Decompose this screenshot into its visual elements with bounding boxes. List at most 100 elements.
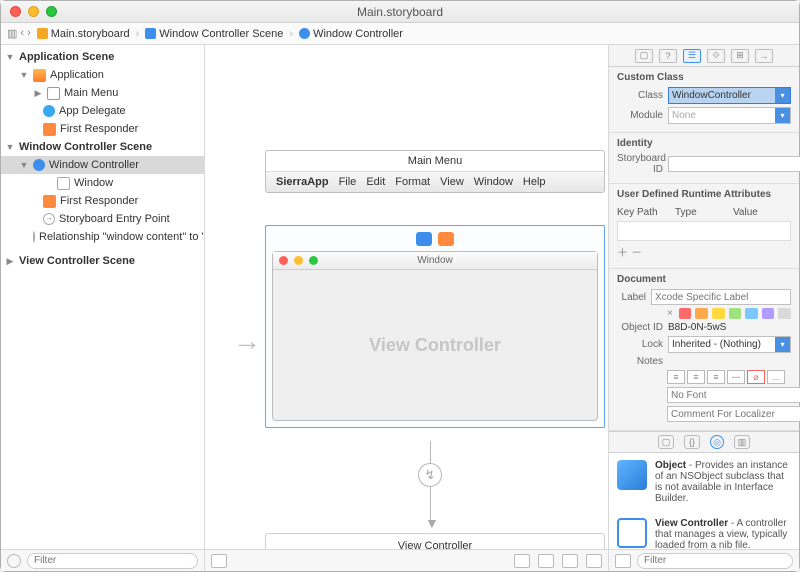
window-icon [57,177,70,190]
align-right-icon[interactable]: ≡ [707,370,725,384]
outline-first-responder[interactable]: First Responder [1,120,204,138]
outline-app-scene[interactable]: ▼Application Scene [1,48,204,66]
library-item-object[interactable]: Object - Provides an instance of an NSOb… [609,453,799,511]
doc-label-field[interactable] [651,289,791,305]
delegate-icon [43,105,55,117]
storyboard-canvas[interactable]: Main Menu SierraApp File Edit Format Vie… [205,45,609,571]
swatch[interactable] [729,308,742,319]
nav-back-icon[interactable]: ‹ [20,27,24,40]
app-icon [33,69,46,82]
add-button[interactable]: ＋ [617,247,628,259]
toggle-outline-icon[interactable] [211,554,227,568]
nav-fwd-icon[interactable]: › [27,27,31,40]
notes-label: Notes [617,356,663,367]
menu-scene[interactable]: Main Menu SierraApp File Edit Format Vie… [265,150,605,193]
segue-icon[interactable]: ↯ [418,463,442,487]
chevron-down-icon[interactable]: ▾ [775,337,790,352]
media-library-tab[interactable]: ▥ [734,435,750,449]
section-identity: Identity [617,138,791,149]
history-nav[interactable]: ▥ ‹ › [7,27,31,40]
connections-inspector-tab[interactable]: → [755,49,773,63]
menu-item[interactable]: View [440,176,464,188]
swatch[interactable] [745,308,758,319]
lock-combobox[interactable]: Inherited - (Nothing)▾ [668,336,791,353]
canvas-option-icon[interactable] [586,554,602,568]
crumb-scene[interactable]: Window Controller Scene [145,28,283,40]
swatch[interactable] [695,308,708,319]
outline-app-delegate[interactable]: App Delegate [1,102,204,120]
crumb-object[interactable]: Window Controller [299,28,403,40]
module-combobox[interactable]: None▾ [668,107,791,124]
udra-table[interactable] [617,221,791,241]
entry-point-arrow-icon: → [233,325,261,357]
more-icon[interactable]: … [767,370,785,384]
localizer-comment-field[interactable] [667,406,800,422]
attributes-inspector-tab[interactable]: ⟐ [707,49,725,63]
grid-view-icon[interactable] [615,554,631,568]
window-controller-scene[interactable]: Window View Controller [265,225,605,428]
menu-item[interactable]: Help [523,176,546,188]
size-inspector-tab[interactable]: ⊞ [731,49,749,63]
window-title: Main.storyboard [1,5,799,19]
first-responder-icon[interactable] [438,232,454,246]
canvas-option-icon[interactable] [514,554,530,568]
chevron-down-icon[interactable]: ▾ [775,108,790,123]
menu-item[interactable]: SierraApp [276,176,329,188]
remove-button[interactable]: － [631,247,642,259]
module-label: Module [617,110,663,121]
class-combobox[interactable]: WindowController⊖▾ [668,87,791,104]
outline-filter-input[interactable] [27,553,198,569]
outline-main-menu[interactable]: ▶Main Menu [1,84,204,102]
align-center-icon[interactable]: ≡ [687,370,705,384]
outline-application[interactable]: ▼Application [1,66,204,84]
align-justify-icon[interactable]: --- [727,370,745,384]
outline-wc-scene[interactable]: ▼Window Controller Scene [1,138,204,156]
object-library-tab[interactable]: ◎ [710,435,724,449]
outline-window-controller[interactable]: ▼Window Controller [1,156,204,174]
swatch[interactable] [778,308,791,319]
library-filter-input[interactable] [637,553,793,569]
window-controller-icon[interactable] [416,232,432,246]
udra-header: Key PathTypeValue [617,204,791,221]
clear-style-icon[interactable]: ⌀ [747,370,765,384]
nav-toggle-icon[interactable]: ▥ [7,27,17,40]
storyboard-id-field[interactable] [668,156,800,172]
swatch[interactable] [679,308,692,319]
chevron-down-icon[interactable]: ▾ [775,88,790,103]
identity-inspector-tab[interactable]: ☰ [683,49,701,63]
align-left-icon[interactable]: ≡ [667,370,685,384]
menu-scene-title: Main Menu [266,151,604,172]
crumb-file[interactable]: Main.storyboard [37,28,130,40]
canvas-option-icon[interactable] [538,554,554,568]
swatch[interactable] [762,308,775,319]
relationship-icon [33,231,35,243]
file-inspector-tab[interactable]: ▢ [635,49,653,63]
menu-item[interactable]: Edit [366,176,385,188]
help-inspector-tab[interactable]: ? [659,49,677,63]
file-template-tab[interactable]: ▢ [658,435,674,449]
canvas-option-icon[interactable] [562,554,578,568]
font-field[interactable] [667,387,800,403]
code-snippet-tab[interactable]: {} [684,435,700,449]
menu-item[interactable]: File [339,176,357,188]
main-menu-bar[interactable]: SierraApp File Edit Format View Window H… [266,172,604,192]
swatch[interactable] [712,308,725,319]
lock-label: Lock [617,339,663,350]
menu-item[interactable]: Window [474,176,513,188]
outline-first-responder-2[interactable]: First Responder [1,192,204,210]
outline-vc-scene[interactable]: ▶View Controller Scene [1,252,204,270]
library-item-view-controller[interactable]: View Controller - A controller that mana… [609,511,799,549]
segue-arrowhead-icon: ▼ [425,515,439,531]
object-library[interactable]: Object - Provides an instance of an NSOb… [609,453,799,549]
outline-relationship[interactable]: Relationship "window content" to "... [1,228,204,246]
section-udra: User Defined Runtime Attributes [617,189,791,200]
document-outline: ▼Application Scene ▼Application ▶Main Me… [1,45,205,571]
menu-item[interactable]: Format [395,176,430,188]
canvas-window[interactable]: Window View Controller [272,251,598,421]
outline-entry-point[interactable]: Storyboard Entry Point [1,210,204,228]
object-id-value: B8D-0N-5wS [668,322,726,333]
class-label: Class [617,90,663,101]
label-color-swatches[interactable]: × [667,308,791,319]
filter-icon[interactable] [7,554,21,568]
outline-window[interactable]: Window [1,174,204,192]
